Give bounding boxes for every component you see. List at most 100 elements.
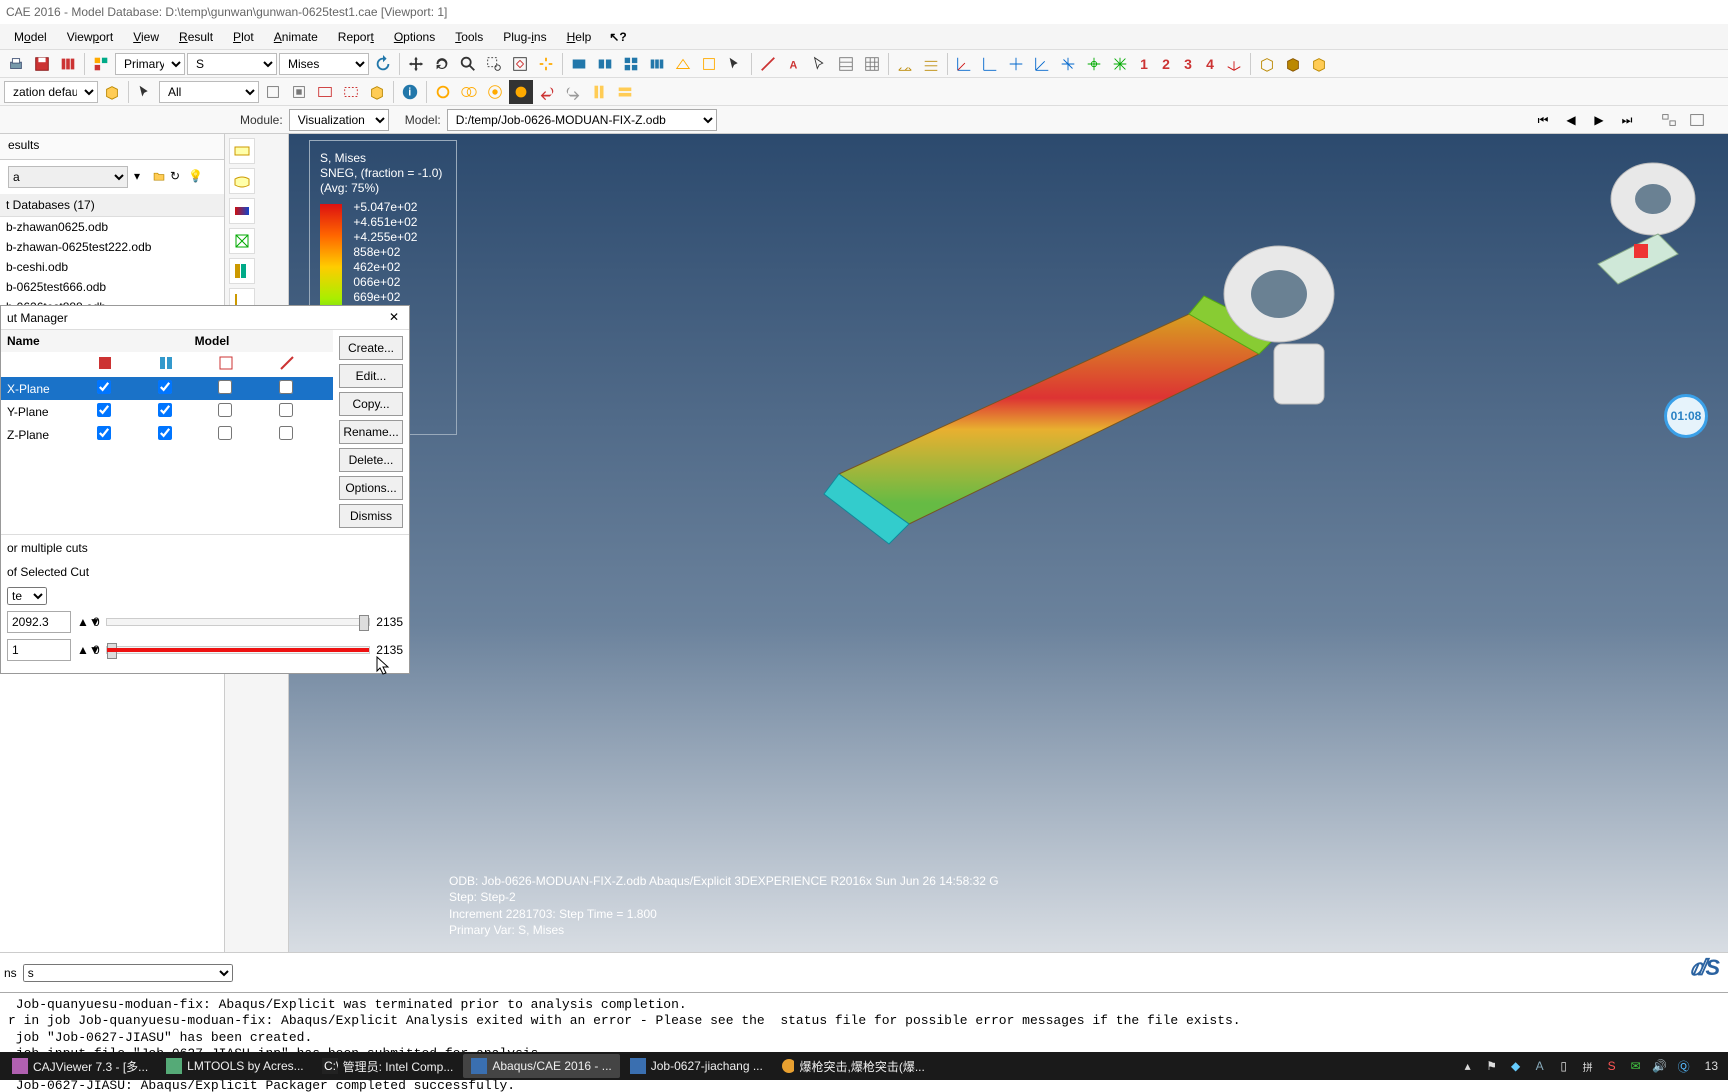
anim-last-icon[interactable]: ⏭ — [1616, 109, 1638, 131]
tool-material-icon[interactable] — [229, 258, 255, 284]
circle4-icon[interactable] — [509, 80, 533, 104]
menu-report[interactable]: Report — [328, 26, 384, 48]
anim-first-icon[interactable]: ⏮ — [1532, 109, 1554, 131]
grid2-icon[interactable] — [860, 52, 884, 76]
close-icon[interactable]: ✕ — [385, 309, 403, 327]
circle2-icon[interactable] — [457, 80, 481, 104]
vp4-icon[interactable] — [645, 52, 669, 76]
vp2-icon[interactable] — [593, 52, 617, 76]
create-button[interactable]: Create... — [339, 336, 403, 360]
rotate-icon[interactable] — [430, 52, 454, 76]
menu-plot[interactable]: Plot — [223, 26, 264, 48]
position-input[interactable] — [7, 611, 71, 633]
odb-tree[interactable]: b-zhawan0625.odb b-zhawan-0625test222.od… — [0, 217, 224, 317]
taskbar-item[interactable]: 爆枪突击,爆枪突击(爆... — [773, 1054, 933, 1078]
menu-tools[interactable]: Tools — [445, 26, 493, 48]
variable-name-select[interactable]: S — [187, 53, 277, 75]
position-slider[interactable] — [106, 618, 371, 626]
auto-fit-icon[interactable] — [534, 52, 558, 76]
table-row[interactable]: X-Plane — [1, 377, 333, 400]
tray-autodesk-icon[interactable]: A — [1531, 1057, 1549, 1075]
folder-icon[interactable] — [152, 169, 168, 185]
tray-sound-icon[interactable]: 🔊 — [1651, 1057, 1669, 1075]
options-button[interactable]: Options... — [339, 476, 403, 500]
redo-icon[interactable] — [561, 80, 585, 104]
csys2-icon[interactable] — [978, 52, 1002, 76]
results-tab[interactable]: esults — [0, 134, 224, 160]
refresh-icon[interactable]: ↻ — [170, 169, 186, 185]
tool-symbol-icon[interactable] — [229, 228, 255, 254]
tree-item[interactable]: b-ceshi.odb — [0, 257, 224, 277]
dismiss-button[interactable]: Dismiss — [339, 504, 403, 528]
circle1-icon[interactable] — [431, 80, 455, 104]
taskbar-item[interactable]: CAJViewer 7.3 - [多... — [4, 1054, 156, 1078]
row-chk1[interactable] — [97, 426, 111, 440]
sel3-icon[interactable] — [313, 80, 337, 104]
tree-item[interactable]: b-0625test666.odb — [0, 277, 224, 297]
row-chk2[interactable] — [158, 403, 172, 417]
text-icon[interactable]: A — [782, 52, 806, 76]
taskbar-item-active[interactable]: Abaqus/CAE 2016 - ... — [463, 1054, 619, 1078]
menu-plugins[interactable]: Plug-ins — [493, 26, 556, 48]
row-chk4[interactable] — [279, 380, 293, 394]
edit-button[interactable]: Edit... — [339, 364, 403, 388]
step-slider[interactable] — [106, 646, 371, 654]
row-chk2[interactable] — [158, 426, 172, 440]
menu-viewport[interactable]: Viewport — [57, 26, 124, 48]
bulb-icon[interactable]: 💡 — [188, 169, 204, 185]
zoom-icon[interactable] — [456, 52, 480, 76]
view-3-button[interactable]: 3 — [1178, 52, 1198, 76]
datum1-icon[interactable] — [893, 52, 917, 76]
menu-options[interactable]: Options — [384, 26, 445, 48]
row-chk2[interactable] — [158, 380, 172, 394]
tray-qq-icon[interactable]: Ⓠ — [1675, 1057, 1693, 1075]
sel2-icon[interactable] — [287, 80, 311, 104]
field-output-icon[interactable] — [89, 52, 113, 76]
ortho-icon[interactable] — [697, 52, 721, 76]
cube1-icon[interactable] — [1255, 52, 1279, 76]
view-2-button[interactable]: 2 — [1156, 52, 1176, 76]
menu-model[interactable]: Model — [4, 26, 57, 48]
pick-cursor-icon[interactable] — [133, 80, 157, 104]
zoom-box-icon[interactable] — [482, 52, 506, 76]
csys3d-icon[interactable] — [1222, 52, 1246, 76]
link-viewport-icon[interactable] — [1686, 109, 1708, 131]
delete-button[interactable]: Delete... — [339, 448, 403, 472]
table-row[interactable]: Z-Plane — [1, 423, 333, 446]
save-icon[interactable] — [30, 52, 54, 76]
tree-item[interactable]: b-zhawan0625.odb — [0, 217, 224, 237]
csys3-icon[interactable] — [1004, 52, 1028, 76]
view-triad[interactable] — [1548, 144, 1708, 304]
undo-icon[interactable] — [535, 80, 559, 104]
cube2-icon[interactable] — [1281, 52, 1305, 76]
layers2-icon[interactable] — [613, 80, 637, 104]
csys4-icon[interactable] — [1030, 52, 1054, 76]
tray-lang-icon[interactable]: 拼 — [1579, 1057, 1597, 1075]
cut-mode-select[interactable]: te — [7, 587, 47, 605]
menu-help[interactable]: Help — [557, 26, 602, 48]
copy-button[interactable]: Copy... — [339, 392, 403, 416]
csys5-icon[interactable] — [1056, 52, 1080, 76]
step-input[interactable] — [7, 639, 71, 661]
taskbar-item[interactable]: Job-0627-jiachang ... — [622, 1054, 771, 1078]
view-4-button[interactable]: 4 — [1200, 52, 1220, 76]
csys1-icon[interactable] — [952, 52, 976, 76]
vp1-icon[interactable] — [567, 52, 591, 76]
render-defaults-select[interactable]: zation defaults — [4, 81, 98, 103]
view-1-button[interactable]: 1 — [1134, 52, 1154, 76]
row-chk3[interactable] — [218, 426, 232, 440]
line-icon[interactable] — [756, 52, 780, 76]
tray-clock[interactable]: 13 — [1699, 1059, 1724, 1073]
arrow-cursor-icon[interactable] — [723, 52, 747, 76]
pan-icon[interactable] — [404, 52, 428, 76]
sel1-icon[interactable] — [261, 80, 285, 104]
anim-prev-icon[interactable]: ◀ — [1560, 109, 1582, 131]
ns-select[interactable]: s — [23, 964, 233, 982]
selection-filter-select[interactable]: All — [159, 81, 259, 103]
info-icon[interactable]: i — [398, 80, 422, 104]
books-icon[interactable] — [56, 52, 80, 76]
model-select[interactable]: D:/temp/Job-0626-MODUAN-FIX-Z.odb — [447, 109, 717, 131]
circle3-icon[interactable] — [483, 80, 507, 104]
cube-sel-icon[interactable] — [365, 80, 389, 104]
cube3-icon[interactable] — [1307, 52, 1331, 76]
